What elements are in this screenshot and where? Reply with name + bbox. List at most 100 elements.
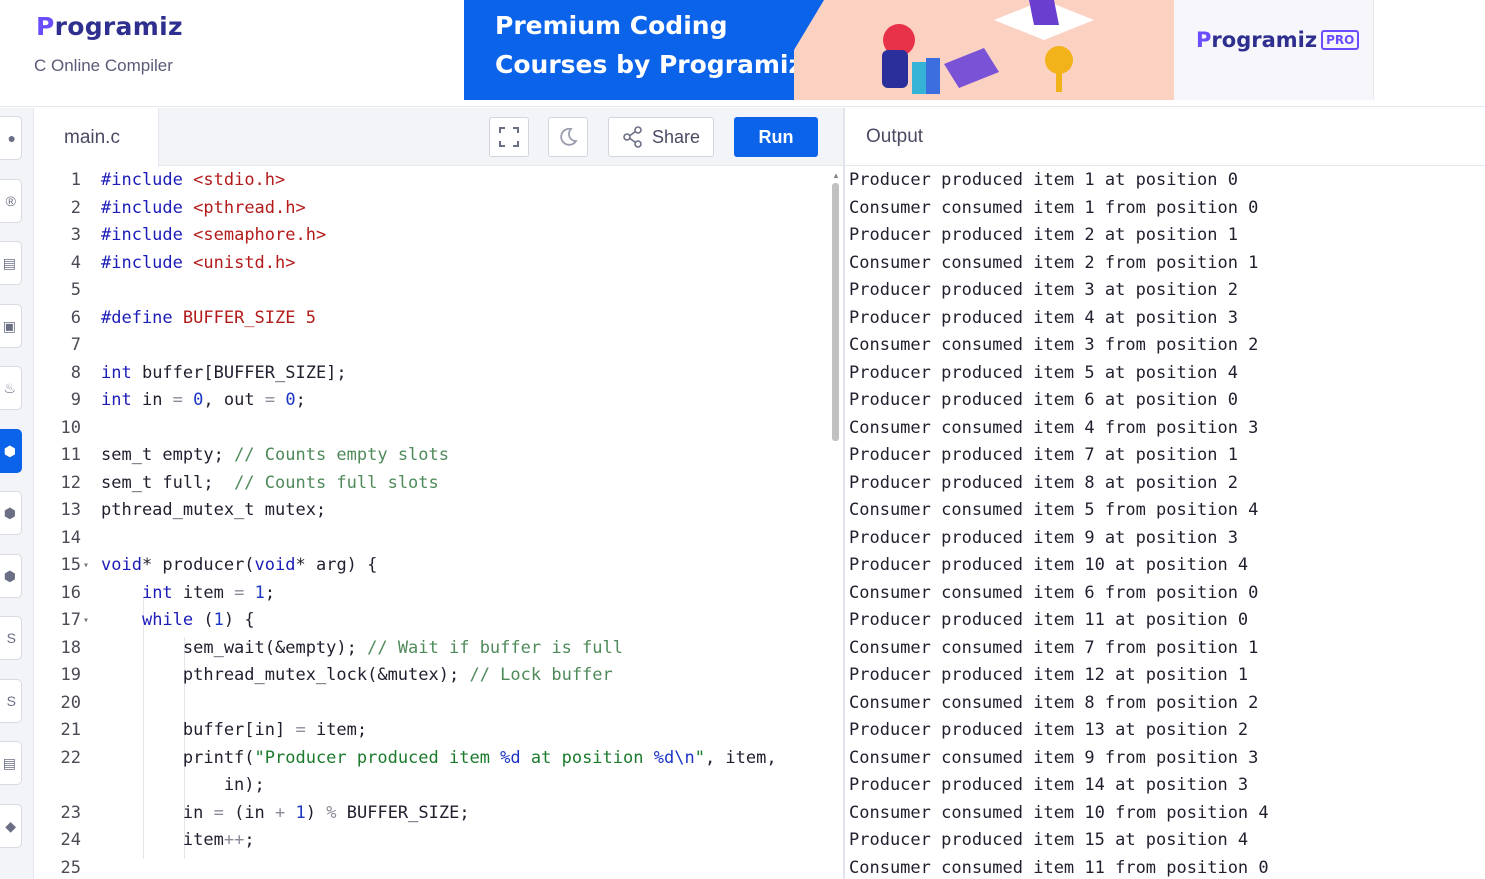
line-number: 8: [70, 362, 81, 383]
php-language-icon[interactable]: ▤: [0, 741, 22, 785]
share-label: Share: [651, 126, 701, 147]
code-editor[interactable]: 1 #include <stdio.h> 2 #include <pthread.h>…: [35, 167, 843, 879]
output-line: Producer produced item 7 at position 1: [849, 445, 1238, 465]
output-line: Consumer consumed item 5 from position 4: [849, 500, 1259, 520]
output-line: Producer produced item 14 at position 3: [849, 775, 1249, 795]
line-number: 6: [70, 307, 81, 328]
code-line[interactable]: 17 ▾ while (1) {: [35, 607, 835, 634]
typescript-language-icon[interactable]: S: [0, 679, 22, 723]
code-line[interactable]: 24 item++;: [35, 827, 835, 854]
code-line[interactable]: 8 int buffer[BUFFER_SIZE];: [35, 360, 835, 387]
code-line[interactable]: 19 pthread_mutex_lock(&mutex); // Lock b…: [35, 662, 835, 689]
line-number: 4: [70, 252, 81, 273]
output-line: Producer produced item 10 at position 4: [849, 555, 1249, 575]
share-button[interactable]: Share: [608, 117, 714, 157]
output-line: Producer produced item 13 at position 2: [849, 720, 1249, 740]
banner-illustration: [794, 0, 1174, 100]
line-number: 1: [70, 170, 81, 190]
sql-language-icon[interactable]: ▤: [0, 241, 22, 285]
panel-divider[interactable]: [843, 108, 845, 879]
promo-banner[interactable]: Premium Coding Courses by Programiz Prog…: [464, 0, 1374, 100]
line-number: 20: [60, 692, 81, 713]
output-line: Producer produced item 12 at position 1: [849, 665, 1249, 685]
java-language-icon[interactable]: ♨: [0, 366, 22, 410]
output-title: Output: [845, 108, 1485, 166]
output-line: Consumer consumed item 3 from position 2: [849, 335, 1259, 355]
code-line[interactable]: in);: [35, 772, 835, 799]
output-line: Producer produced item 2 at position 1: [849, 225, 1238, 245]
code-line[interactable]: 16 int item = 1;: [35, 580, 835, 607]
code-text: item++;: [101, 830, 255, 850]
code-line[interactable]: 20: [35, 690, 835, 717]
file-tab-main-c[interactable]: main.c: [35, 108, 159, 167]
output-line: Producer produced item 5 at position 4: [849, 362, 1238, 383]
line-number: 13: [60, 500, 81, 520]
code-text: int item = 1;: [141, 582, 276, 603]
cpp-language-icon[interactable]: ⬢: [0, 491, 22, 535]
output-line: Producer produced item 1 at position 0: [849, 170, 1238, 190]
code-line[interactable]: 13 pthread_mutex_t mutex;: [35, 497, 835, 524]
line-number: 3: [70, 225, 81, 245]
line-number: 5: [70, 280, 81, 300]
code-line[interactable]: 15 ▾ void* producer(void* arg) {: [35, 552, 835, 579]
code-line[interactable]: 1 #include <stdio.h>: [35, 167, 835, 194]
code-line[interactable]: 4 #include <unistd.h>: [35, 250, 835, 277]
student-books-trophy-illustration: [882, 0, 1094, 94]
code-text: in);: [101, 775, 265, 795]
code-line[interactable]: 6 #define BUFFER_SIZE 5: [35, 305, 835, 332]
code-line[interactable]: 7: [35, 332, 835, 359]
swift-language-icon[interactable]: ◆: [0, 804, 22, 848]
code-text: sem_t empty; // Counts empty slots: [101, 445, 449, 465]
line-number: 25: [60, 857, 81, 878]
output-line: Consumer consumed item 7 from position 1: [849, 637, 1259, 658]
python-language-icon[interactable]: ●: [0, 116, 22, 160]
code-line[interactable]: 22 printf("Producer produced item %d at …: [35, 745, 835, 772]
line-number: 14: [60, 527, 81, 548]
code-line[interactable]: 11 sem_t empty; // Counts empty slots: [35, 442, 835, 469]
code-line[interactable]: 18 sem_wait(&empty); // Wait if buffer i…: [35, 635, 835, 662]
fullscreen-button[interactable]: [489, 117, 529, 157]
run-button[interactable]: Run: [734, 117, 818, 157]
code-text: sem_t full; // Counts full slots: [101, 472, 439, 493]
code-text: #include <semaphore.h>: [101, 225, 327, 245]
code-line[interactable]: 2 #include <pthread.h>: [35, 195, 835, 222]
html-language-icon[interactable]: ▣: [0, 304, 22, 348]
programiz-logo[interactable]: Programiz: [36, 12, 183, 41]
share-icon: [623, 126, 642, 148]
line-number: 16: [60, 582, 81, 603]
output-line: Consumer consumed item 9 from position 3: [849, 747, 1259, 768]
output-line: Producer produced item 15 at position 4: [849, 830, 1249, 850]
code-line[interactable]: 3 #include <semaphore.h>: [35, 222, 835, 249]
code-text: buffer[in] = item;: [101, 720, 368, 740]
line-number: 9: [70, 390, 81, 410]
javascript-language-icon[interactable]: S: [0, 616, 22, 660]
fold-arrow-icon[interactable]: ▾: [83, 552, 89, 579]
code-text: void* producer(void* arg) {: [101, 555, 378, 575]
csharp-language-icon[interactable]: ⬢: [0, 554, 22, 598]
code-line[interactable]: 12 sem_t full; // Counts full slots: [35, 470, 835, 497]
pro-badge: PRO: [1321, 30, 1360, 50]
output-line: Producer produced item 9 at position 3: [849, 527, 1238, 548]
code-line[interactable]: 10: [35, 415, 835, 442]
logo-text: rogramiz: [54, 12, 183, 41]
line-number: 19: [60, 665, 81, 685]
r-language-icon[interactable]: ®: [0, 179, 22, 223]
c-language-icon[interactable]: ⬢: [0, 429, 22, 473]
output-line: Consumer consumed item 10 from position …: [849, 802, 1269, 823]
code-line[interactable]: 14: [35, 525, 835, 552]
banner-title-line-2: Courses by Programiz: [495, 50, 804, 79]
code-line[interactable]: 25: [35, 855, 835, 879]
scroll-up-arrow-icon[interactable]: ▲: [832, 171, 840, 180]
code-line[interactable]: 21 buffer[in] = item;: [35, 717, 835, 744]
code-line[interactable]: 23 in = (in + 1) % BUFFER_SIZE;: [35, 800, 835, 827]
language-sidebar: ● ® ▤ ▣ ♨ ⬢ ⬢ ⬢ S S ▤ ◆: [0, 108, 34, 879]
output-console: Producer produced item 1 at position 0 Co…: [849, 167, 1485, 879]
output-line: Producer produced item 6 at position 0: [849, 390, 1238, 410]
theme-toggle-button[interactable]: [548, 117, 588, 157]
code-line[interactable]: 9 int in = 0, out = 0;: [35, 387, 835, 414]
editor-scrollbar[interactable]: [832, 183, 839, 441]
fold-arrow-icon[interactable]: ▾: [83, 607, 89, 634]
code-line[interactable]: 5: [35, 277, 835, 304]
output-line: Consumer consumed item 11 from position …: [849, 857, 1269, 878]
output-line: Consumer consumed item 6 from position 0: [849, 582, 1259, 603]
